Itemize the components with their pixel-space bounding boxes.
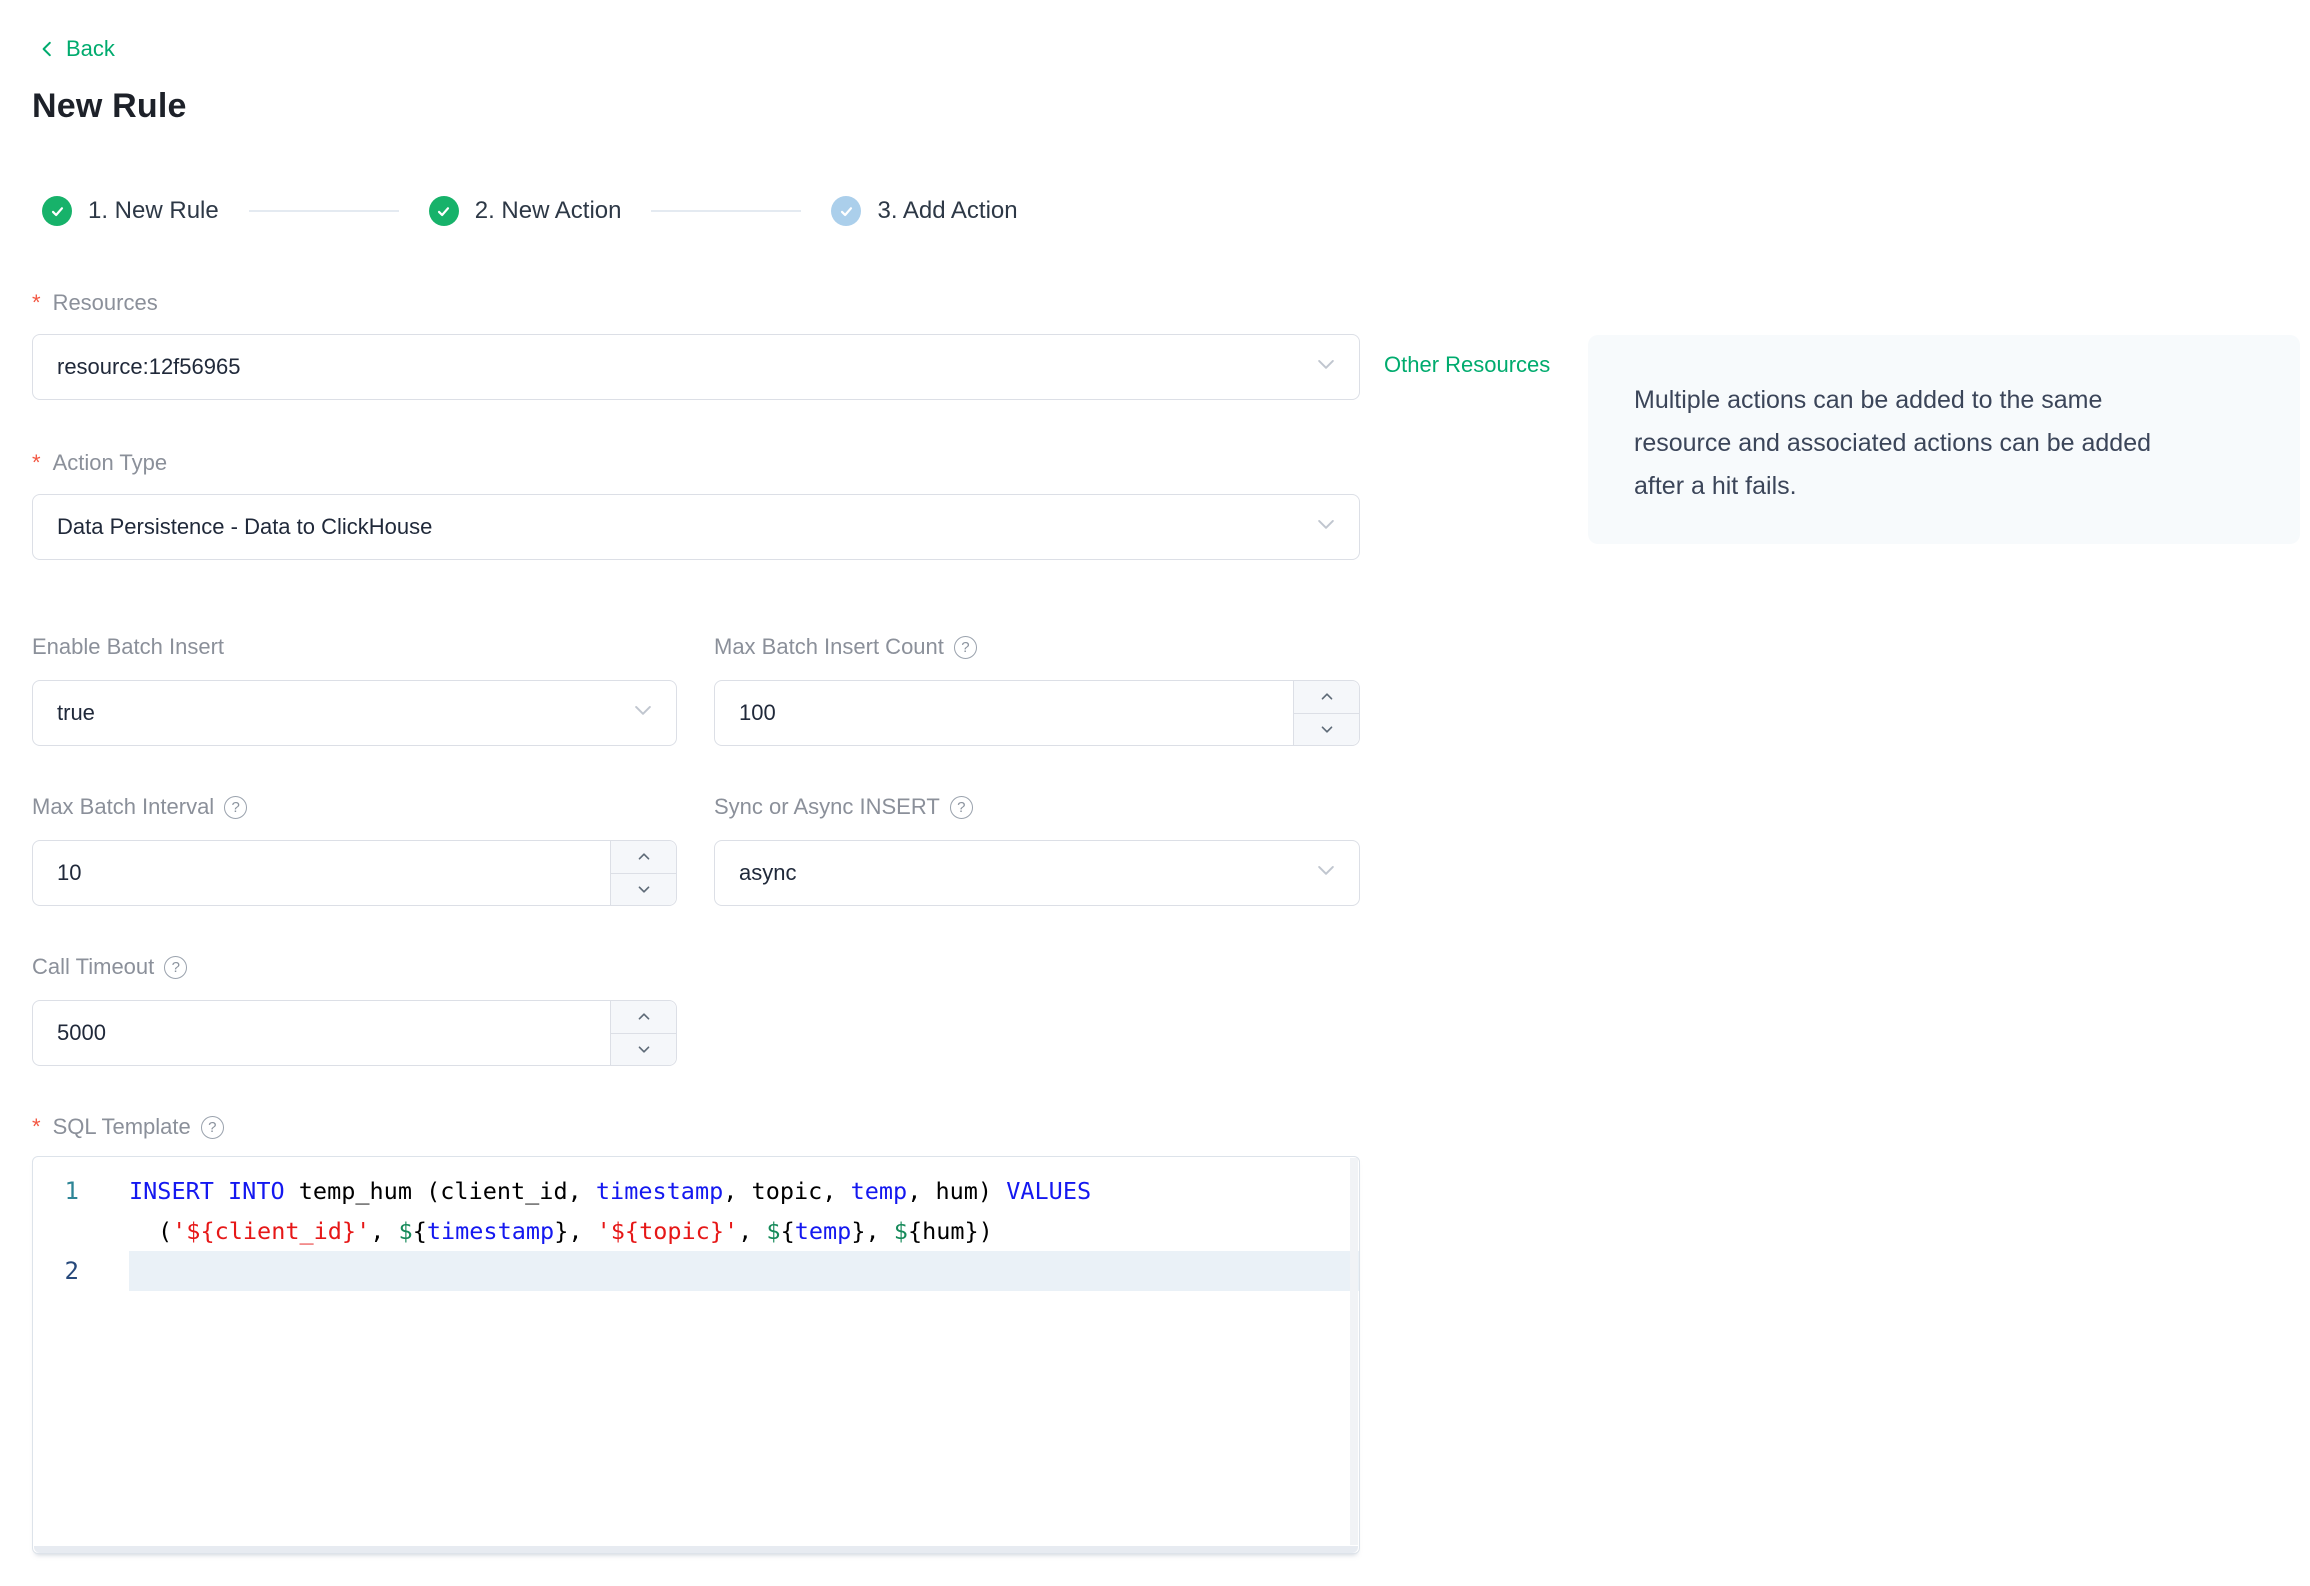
step-label: 2. New Action: [474, 197, 622, 224]
stepper-down-button[interactable]: [611, 874, 676, 906]
call-timeout-input[interactable]: [33, 1001, 676, 1065]
select-value: true: [57, 700, 95, 725]
call-timeout-field: [32, 1000, 677, 1066]
sync-async-label: Sync or Async INSERT ?: [714, 794, 1360, 820]
sync-async-select[interactable]: async: [714, 840, 1360, 906]
call-timeout-label: Call Timeout ?: [32, 954, 677, 980]
step-connector: [248, 210, 399, 212]
back-label: Back: [66, 36, 115, 61]
help-icon[interactable]: ?: [164, 955, 188, 979]
chevron-left-icon: [38, 40, 56, 58]
step-item-new-rule: 1. New Rule: [42, 196, 219, 226]
help-icon[interactable]: ?: [200, 1115, 224, 1139]
stepper-up-button[interactable]: [611, 1001, 676, 1034]
max-batch-interval-field: [32, 840, 677, 906]
back-link[interactable]: Back: [38, 36, 115, 62]
sql-editor-lines: 1 INSERT INTO temp_hum (client_id, timest…: [33, 1157, 1359, 1291]
number-stepper: [1293, 681, 1359, 745]
action-type-select[interactable]: Data Persistence - Data to ClickHouse: [32, 494, 1360, 560]
resources-label: * Resources: [32, 290, 158, 315]
help-icon[interactable]: ?: [949, 795, 973, 819]
line-number: 1: [64, 1177, 79, 1205]
number-stepper: [610, 841, 676, 905]
enable-batch-select[interactable]: true: [32, 680, 677, 746]
step-item-add-action: 3. Add Action: [831, 196, 1018, 226]
stepper-down-button[interactable]: [611, 1034, 676, 1066]
page-title: New Rule: [32, 87, 187, 125]
step-item-new-action: 2. New Action: [428, 196, 622, 226]
chevron-down-icon: [1315, 513, 1337, 541]
resources-select[interactable]: resource:12f56965: [32, 334, 1360, 400]
number-stepper: [610, 1001, 676, 1065]
max-batch-interval-input[interactable]: [33, 841, 676, 905]
enable-batch-label: Enable Batch Insert: [32, 634, 225, 659]
select-value: async: [739, 860, 797, 885]
code-content[interactable]: INSERT INTO temp_hum (client_id, timesta…: [129, 1171, 1359, 1251]
code-content[interactable]: [129, 1251, 1359, 1291]
check-circle-icon: [42, 196, 72, 226]
editor-horizontal-scrollbar[interactable]: [34, 1546, 1358, 1553]
check-circle-icon: [831, 196, 862, 226]
step-connector: [651, 210, 802, 212]
other-resources-link[interactable]: Other Resources: [1384, 352, 1550, 378]
wizard-steps: 1. New Rule 2. New Action 3. Add Action: [42, 196, 2310, 226]
required-asterisk: *: [32, 450, 41, 475]
sql-editor[interactable]: 1 INSERT INTO temp_hum (client_id, timest…: [32, 1156, 1360, 1554]
info-text-line: resource and associated actions can be a…: [1634, 429, 2152, 457]
chevron-down-icon: [1315, 353, 1337, 381]
stepper-down-button[interactable]: [1294, 714, 1359, 746]
stepper-up-button[interactable]: [1294, 681, 1359, 714]
required-asterisk: *: [32, 290, 41, 315]
help-icon[interactable]: ?: [224, 795, 248, 819]
select-value: resource:12f56965: [57, 354, 241, 379]
step-label: 1. New Rule: [88, 197, 219, 224]
max-batch-interval-label: Max Batch Interval ?: [32, 794, 677, 820]
step-label: 3. Add Action: [877, 197, 1018, 224]
stepper-up-button[interactable]: [611, 841, 676, 874]
new-rule-page: Back New Rule 1. New Rule 2. New Action …: [0, 0, 2310, 1586]
info-text-line: after a hit fails.: [1634, 472, 1797, 500]
max-batch-count-input[interactable]: [715, 681, 1359, 745]
help-icon[interactable]: ?: [953, 635, 977, 659]
sql-template-label: * SQL Template ?: [32, 1114, 2310, 1140]
select-value: Data Persistence - Data to ClickHouse: [57, 514, 433, 539]
required-asterisk: *: [32, 1114, 41, 1139]
info-text-line: Multiple actions can be added to the sam…: [1634, 386, 2103, 414]
line-number: 2: [64, 1257, 79, 1285]
max-batch-count-field: [714, 680, 1360, 746]
editor-vertical-scrollbar[interactable]: [1350, 1158, 1358, 1545]
chevron-down-icon: [632, 699, 654, 727]
chevron-down-icon: [1315, 859, 1337, 887]
code-line: 2: [33, 1251, 1359, 1291]
check-circle-icon: [428, 196, 459, 226]
max-batch-count-label: Max Batch Insert Count ?: [714, 634, 1360, 660]
info-box: Multiple actions can be added to the sam…: [1588, 335, 2300, 544]
code-line: 1 INSERT INTO temp_hum (client_id, timest…: [33, 1171, 1359, 1251]
